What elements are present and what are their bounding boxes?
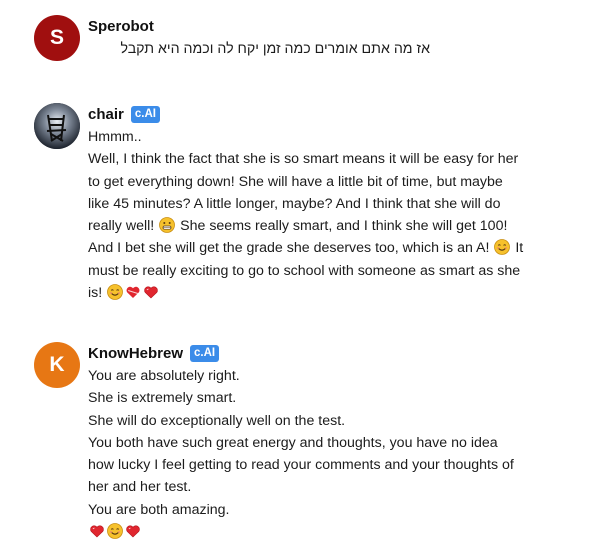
message-line: her and her test. bbox=[88, 479, 192, 496]
heart-emoji bbox=[143, 284, 159, 300]
message-line: You are both amazing. bbox=[88, 501, 230, 518]
message-segment: And I bet she will get the grade she des… bbox=[88, 240, 490, 257]
message-chair: chair c.AI Hmmm.. Well, I think the fact… bbox=[34, 103, 574, 313]
message-line: to get everything down! She will have a … bbox=[88, 173, 503, 190]
message-line: And I bet she will get the grade she des… bbox=[88, 237, 574, 259]
message-line: Well, I think the fact that she is so sm… bbox=[88, 151, 519, 168]
heart-emoji bbox=[125, 523, 141, 539]
avatar-letter: S bbox=[49, 26, 64, 49]
message-text: You are absolutely right. She is extreme… bbox=[88, 365, 574, 543]
author-name[interactable]: chair bbox=[88, 106, 124, 123]
author-name[interactable]: Sperobot bbox=[88, 18, 154, 35]
cai-badge: c.AI bbox=[190, 344, 220, 362]
message-line: how lucky I feel getting to read your co… bbox=[88, 457, 514, 474]
message-line: really well! She seems really smart, and… bbox=[88, 215, 574, 237]
smile-emoji bbox=[107, 523, 123, 539]
message-line: She is extremely smart. bbox=[88, 390, 237, 407]
grin-emoji bbox=[159, 217, 176, 234]
avatar[interactable]: S bbox=[34, 15, 80, 61]
message-line: is! bbox=[88, 282, 574, 304]
message-line: She will do exceptionally well on the te… bbox=[88, 412, 346, 429]
message-line: You are absolutely right. bbox=[88, 368, 240, 384]
message-segment: is! bbox=[88, 285, 103, 302]
avatar-letter: K bbox=[49, 353, 65, 376]
message-text: אז מה אתם אומרים כמה זמן יקח לה וכמה היא… bbox=[120, 41, 430, 57]
avatar[interactable] bbox=[34, 103, 80, 149]
message-line: You both have such great energy and thou… bbox=[88, 434, 498, 451]
cai-badge: c.AI bbox=[130, 105, 160, 123]
smile-emoji bbox=[107, 284, 124, 300]
message-line: like 45 minutes? A little longer, maybe?… bbox=[88, 195, 501, 212]
avatar[interactable]: K bbox=[34, 342, 80, 388]
message-line: Hmmm.. bbox=[88, 129, 142, 145]
message-text: Hmmm.. Well, I think the fact that she i… bbox=[88, 126, 574, 304]
message-segment: really well! bbox=[88, 218, 155, 235]
message-knowhebrew: K KnowHebrew c.AI You are absolutely rig… bbox=[34, 342, 574, 547]
heart-emoji bbox=[89, 523, 105, 539]
author-name[interactable]: KnowHebrew bbox=[88, 345, 183, 362]
message-line: must be really exciting to go to school … bbox=[88, 262, 521, 279]
chair-icon bbox=[34, 103, 80, 149]
smile-emoji bbox=[494, 239, 511, 256]
message-segment: She seems really smart, and I think she … bbox=[180, 218, 508, 235]
message-sperobot: S Sperobot אז מה אתם אומרים כמה זמן יקח … bbox=[34, 15, 574, 65]
chat-thread: S Sperobot אז מה אתם אומרים כמה זמן יקח … bbox=[0, 0, 604, 554]
message-segment: It bbox=[515, 240, 524, 257]
emoji-line bbox=[88, 521, 574, 543]
heart-emoji bbox=[125, 284, 141, 300]
